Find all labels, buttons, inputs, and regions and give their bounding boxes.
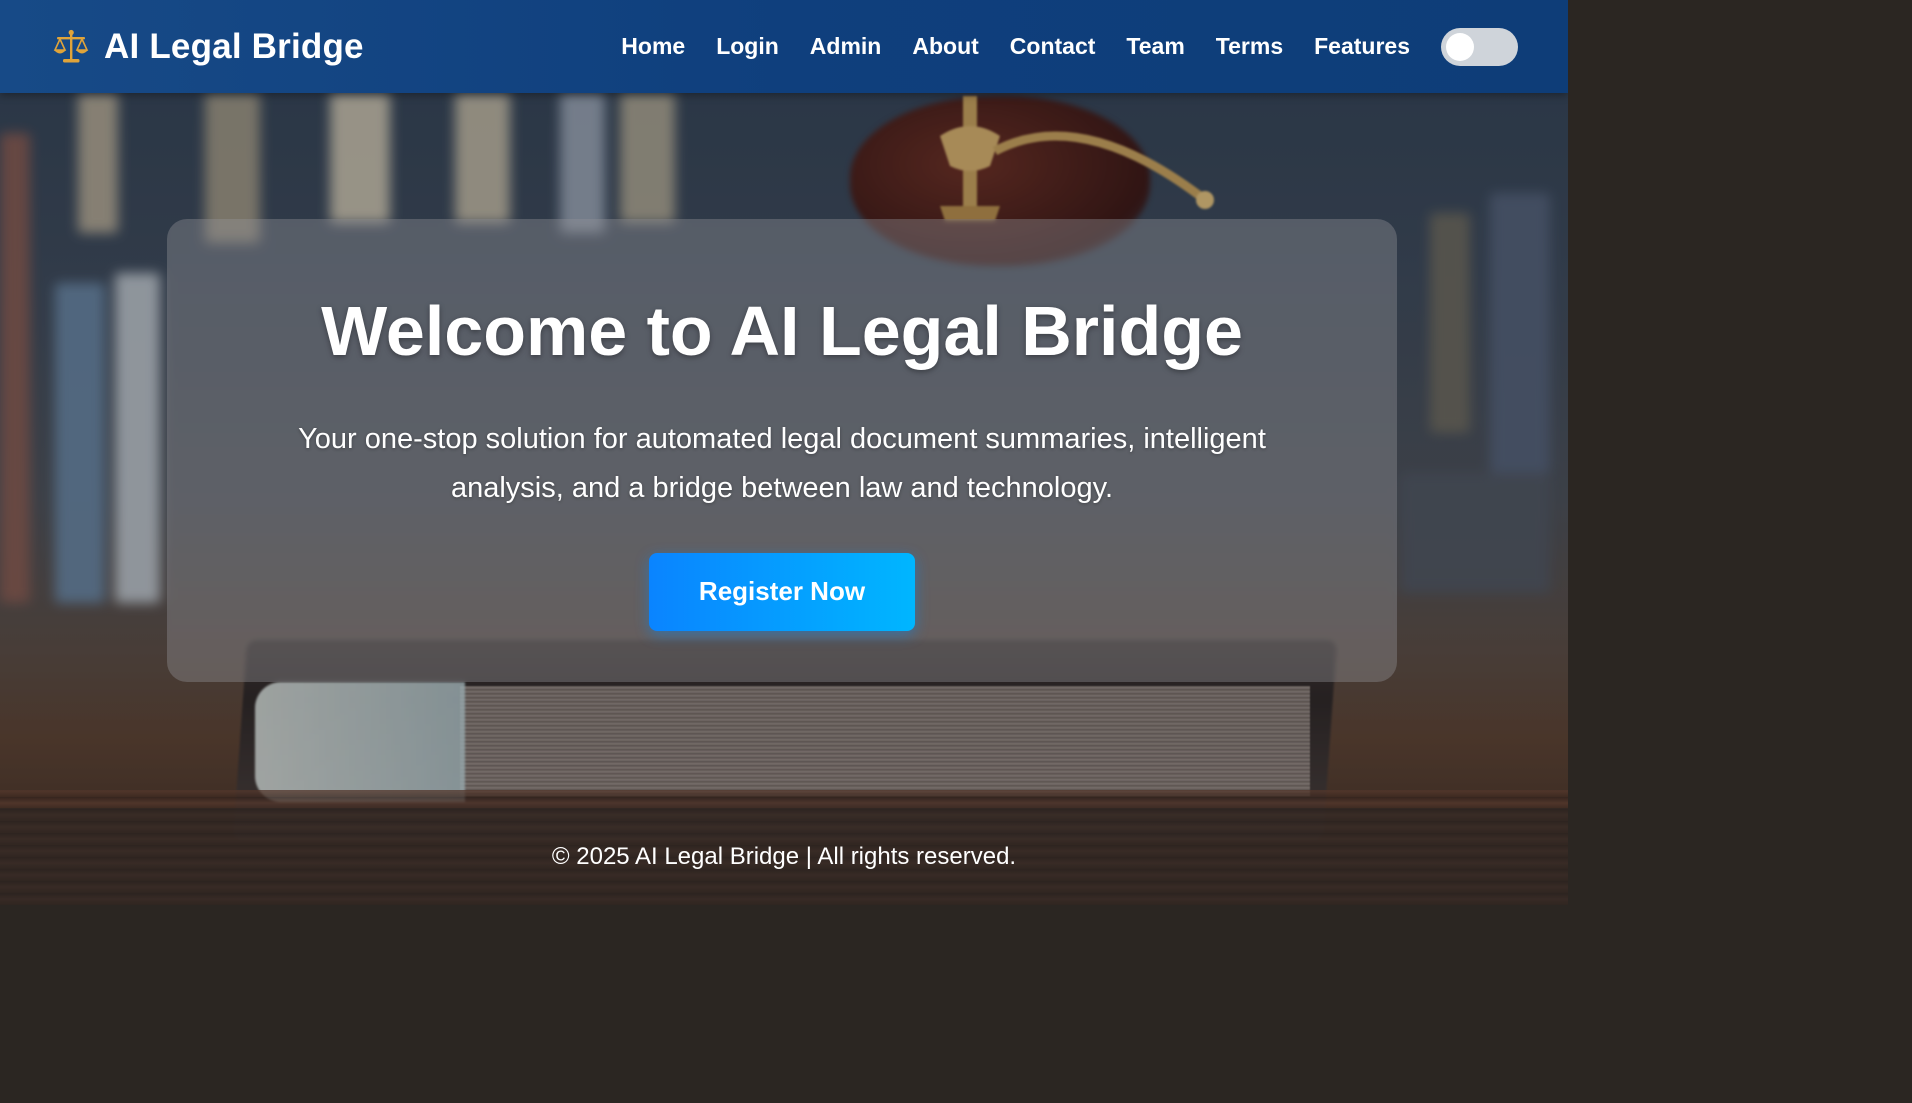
hero-subtitle: Your one-stop solution for automated leg… (298, 422, 1266, 504)
nav-link-terms[interactable]: Terms (1216, 33, 1283, 60)
theme-toggle[interactable] (1441, 27, 1518, 66)
navbar: AI Legal Bridge Home Login Admin About C… (0, 0, 1568, 93)
register-now-button[interactable]: Register Now (649, 552, 915, 631)
hero-title: Welcome to AI Legal Bridge (321, 292, 1243, 370)
nav-link-features[interactable]: Features (1314, 33, 1410, 60)
nav-link-admin[interactable]: Admin (810, 33, 882, 60)
scales-icon (53, 29, 89, 62)
toggle-knob (1446, 32, 1474, 61)
nav-link-contact[interactable]: Contact (1010, 33, 1096, 60)
nav-link-login[interactable]: Login (716, 33, 779, 60)
page: AI Legal Bridge Home Login Admin About C… (0, 0, 1568, 905)
nav-link-home[interactable]: Home (621, 33, 685, 60)
brand-title: AI Legal Bridge (104, 26, 364, 66)
footer: © 2025 AI Legal Bridge | All rights rese… (0, 808, 1568, 905)
footer-copyright: © 2025 AI Legal Bridge | All rights rese… (551, 842, 1017, 870)
nav-link-about[interactable]: About (912, 33, 978, 60)
hero-card: Welcome to AI Legal Bridge Your one-stop… (167, 219, 1397, 682)
brand[interactable]: AI Legal Bridge (52, 27, 364, 67)
main-nav: Home Login Admin About Contact Team Term… (621, 27, 1518, 66)
nav-link-team[interactable]: Team (1126, 33, 1184, 60)
